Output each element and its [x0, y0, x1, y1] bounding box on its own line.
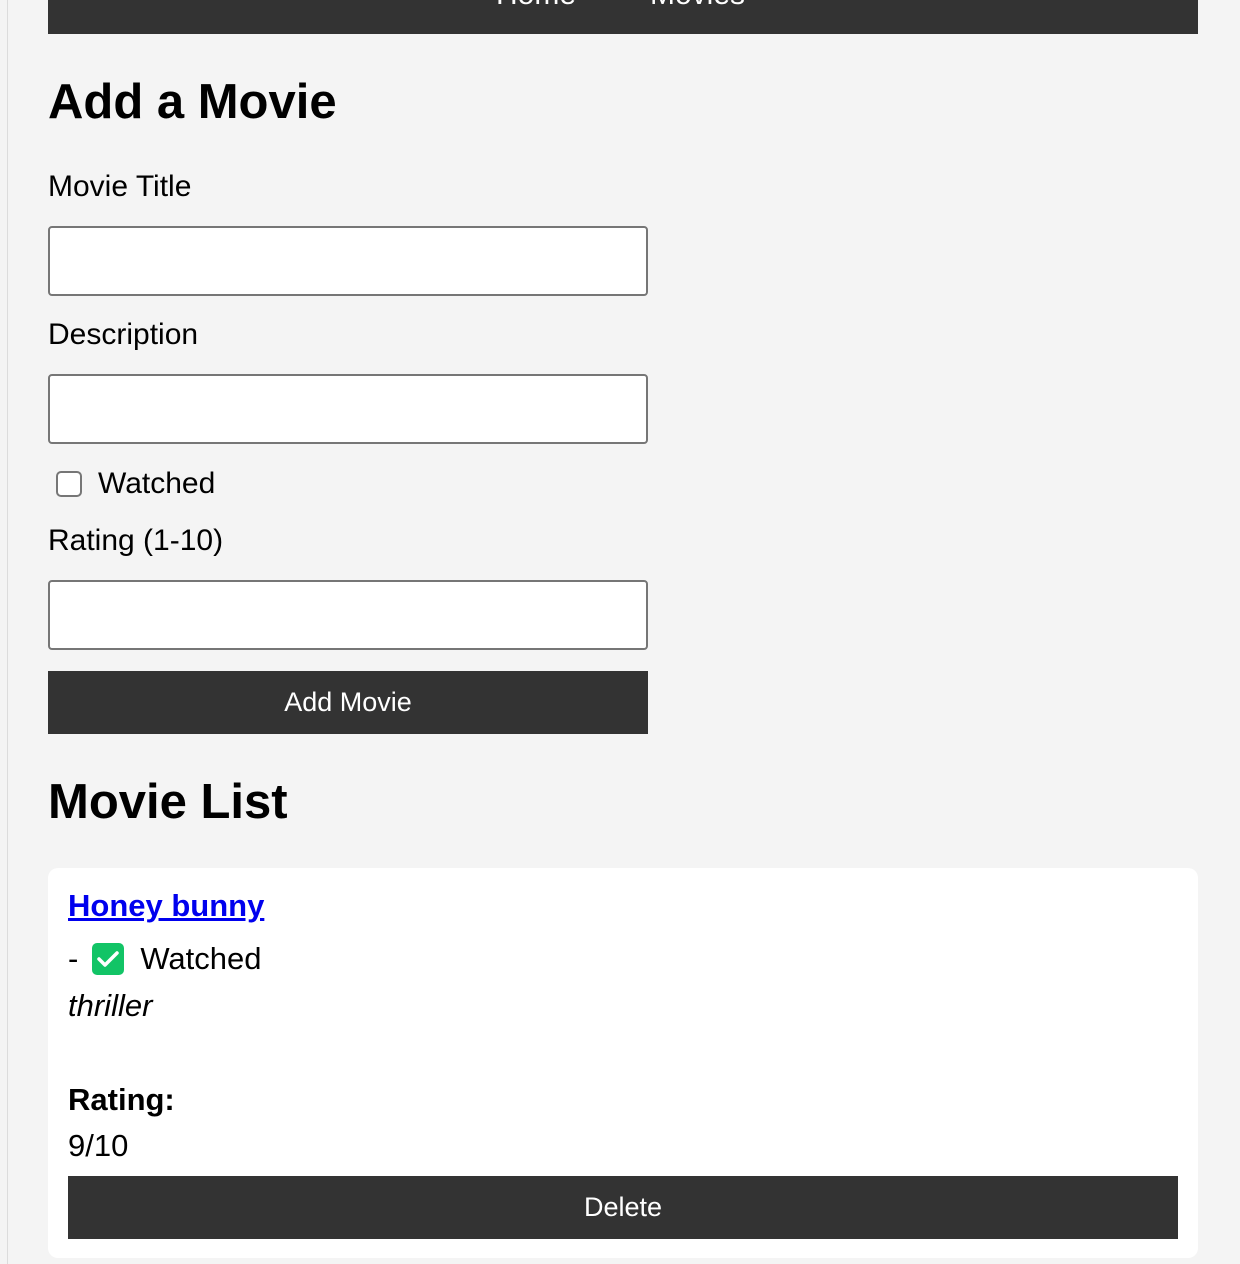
watched-checkbox[interactable] — [56, 471, 82, 497]
description-label: Description — [48, 318, 199, 351]
top-navbar: Home Movies — [48, 0, 1198, 34]
movie-status: - Watched — [68, 940, 262, 978]
add-movie-heading: Add a Movie — [48, 75, 337, 129]
watched-checkbox-label[interactable]: Watched — [98, 467, 215, 501]
movie-title-input[interactable] — [48, 226, 648, 296]
movie-title-label: Movie Title — [48, 170, 192, 203]
movie-description: thriller — [68, 988, 153, 1023]
rating-label: Rating (1-10) — [48, 524, 224, 557]
movie-card: Honey bunny - Watched thriller Rating: 9… — [48, 868, 1198, 1258]
movie-status-text: Watched — [140, 941, 262, 976]
nav-link-home[interactable]: Home — [496, 0, 576, 12]
rating-input[interactable] — [48, 580, 648, 650]
page-left-border — [0, 0, 8, 1264]
description-input[interactable] — [48, 374, 648, 444]
nav-link-movies[interactable]: Movies — [650, 0, 745, 12]
movie-title-link[interactable]: Honey bunny — [68, 888, 264, 924]
movie-list-heading: Movie List — [48, 775, 288, 829]
add-movie-button[interactable]: Add Movie — [48, 671, 648, 734]
movie-rating-label: Rating: — [68, 1082, 175, 1117]
movie-rating-value: 9/10 — [68, 1128, 129, 1163]
delete-movie-button[interactable]: Delete — [68, 1176, 1178, 1239]
watched-checkbox-row[interactable]: Watched — [56, 466, 215, 502]
status-dash: - — [68, 941, 79, 976]
check-mark-button-icon — [92, 943, 125, 975]
